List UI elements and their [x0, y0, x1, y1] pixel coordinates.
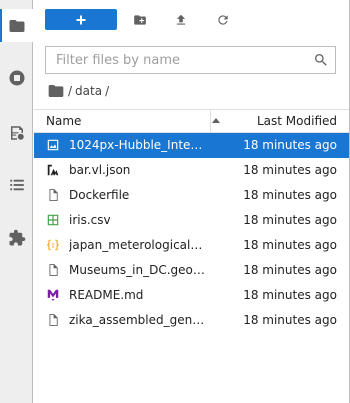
sidebar-extensions-tab[interactable]: [0, 221, 33, 254]
file-name: 1024px-Hubble_Interacting_Galaxy_AM_0500…: [69, 138, 207, 152]
refresh-icon: [218, 15, 228, 25]
markdown-file-icon: [46, 288, 60, 302]
file-modified: 18 minutes ago: [243, 263, 337, 277]
new-folder-icon: [134, 15, 146, 25]
breadcrumb-separator: /: [68, 84, 73, 98]
generic-file-icon: [46, 263, 60, 277]
file-name: zika_assembled_genomes.fasta: [69, 313, 207, 327]
file-modified: 18 minutes ago: [243, 213, 337, 227]
breadcrumb-data[interactable]: data: [75, 84, 102, 98]
folder-icon[interactable]: [48, 84, 64, 98]
plus-icon: [76, 15, 86, 24]
vega-file-icon: [46, 163, 60, 177]
breadcrumb: / data /: [48, 82, 112, 100]
upload-button[interactable]: [171, 10, 191, 30]
spreadsheet-file-icon: [46, 213, 60, 227]
file-row[interactable]: japan_meterological_agency_201707211555.…: [34, 233, 349, 258]
extension-icon: [9, 229, 25, 245]
running-icon: [9, 70, 24, 85]
file-row[interactable]: iris.csv 18 minutes ago: [34, 208, 349, 233]
file-name: bar.vl.json: [69, 163, 131, 177]
file-row[interactable]: Museums_in_DC.geojson 18 minutes ago: [34, 258, 349, 283]
file-row[interactable]: zika_assembled_genomes.fasta 18 minutes …: [34, 308, 349, 333]
file-list: 1024px-Hubble_Interacting_Galaxy_AM_0500…: [34, 133, 349, 333]
column-divider: [210, 110, 211, 132]
file-modified: 18 minutes ago: [243, 188, 337, 202]
commands-icon: [10, 125, 24, 140]
file-modified: 18 minutes ago: [243, 138, 337, 152]
file-modified: 18 minutes ago: [243, 238, 337, 252]
search-icon: [313, 52, 329, 68]
file-modified: 18 minutes ago: [243, 163, 337, 177]
json-file-icon: [46, 238, 60, 252]
upload-icon: [176, 14, 186, 25]
sidebar-tabs-tab[interactable]: [0, 168, 33, 201]
column-header-name[interactable]: Name: [46, 114, 81, 128]
file-row[interactable]: bar.vl.json 18 minutes ago: [34, 158, 349, 183]
filter-box: [45, 46, 336, 74]
file-browser-panel: / data / Name Last Modified 1024px-Hubbl…: [34, 0, 350, 403]
generic-file-icon: [46, 313, 60, 327]
file-row[interactable]: Dockerfile 18 minutes ago: [34, 183, 349, 208]
generic-file-icon: [46, 188, 60, 202]
sidebar-running-tab[interactable]: [0, 61, 33, 94]
file-name: README.md: [69, 288, 144, 302]
file-modified: 18 minutes ago: [243, 313, 337, 327]
file-name: Museums_in_DC.geojson: [69, 263, 207, 277]
file-row[interactable]: README.md 18 minutes ago: [34, 283, 349, 308]
file-modified: 18 minutes ago: [243, 288, 337, 302]
sidebar-file-browser-tab[interactable]: [0, 9, 34, 42]
file-row[interactable]: 1024px-Hubble_Interacting_Galaxy_AM_0500…: [34, 133, 349, 158]
file-name: japan_meterological_agency_201707211555.…: [69, 238, 207, 252]
image-file-icon: [46, 138, 60, 152]
filter-files-input[interactable]: [46, 47, 306, 73]
new-folder-button[interactable]: [130, 10, 150, 30]
left-sidebar: [0, 0, 34, 403]
folder-icon: [9, 19, 25, 32]
file-name: iris.csv: [69, 213, 111, 227]
tabs-list-icon: [9, 179, 24, 190]
sort-ascending-icon: [212, 118, 220, 123]
refresh-button[interactable]: [213, 10, 233, 30]
file-name: Dockerfile: [69, 188, 130, 202]
column-header-last-modified[interactable]: Last Modified: [257, 114, 337, 128]
breadcrumb-separator: /: [105, 84, 110, 98]
sidebar-commands-tab[interactable]: [0, 116, 33, 149]
file-list-header: Name Last Modified: [34, 109, 349, 133]
new-launcher-button[interactable]: [45, 9, 117, 30]
file-browser-toolbar: [34, 0, 349, 40]
